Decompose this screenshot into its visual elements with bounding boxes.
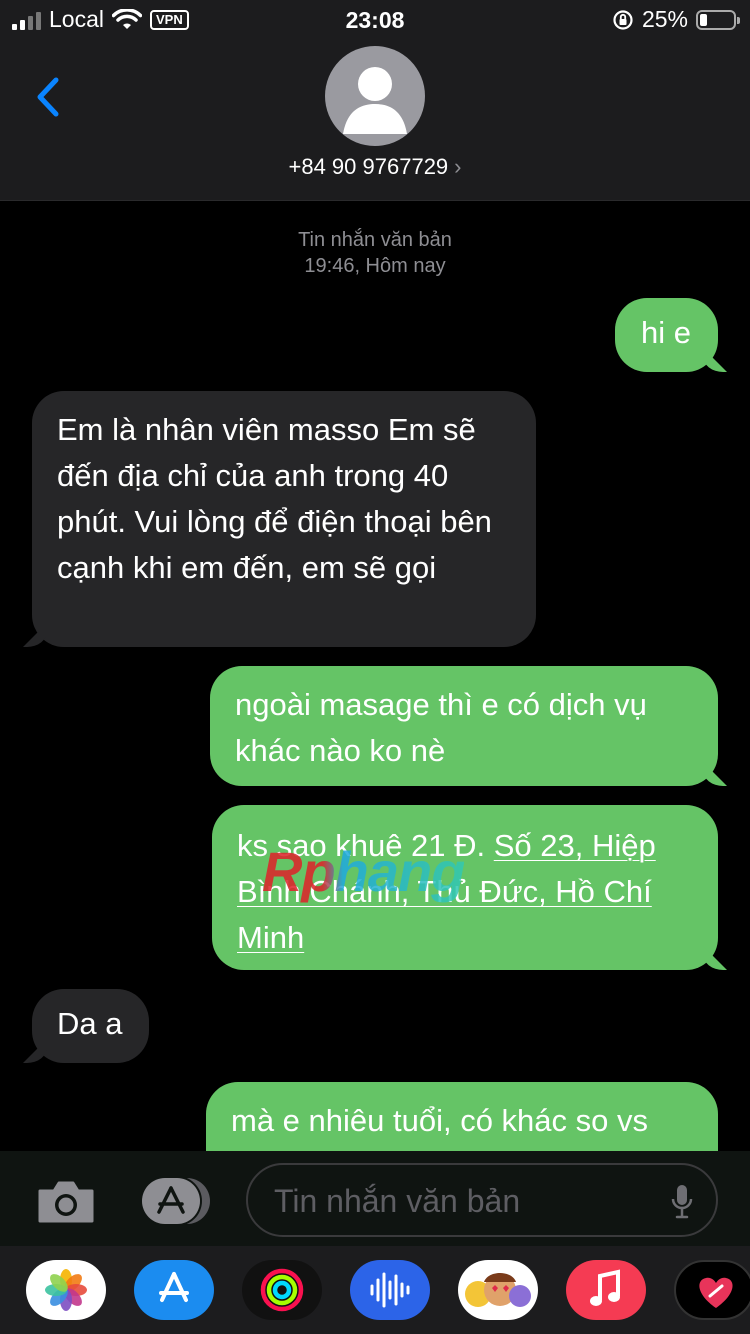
photos-icon[interactable] xyxy=(26,1260,106,1320)
contact-avatar[interactable] xyxy=(325,46,425,146)
message-bubble-incoming[interactable]: Em là nhân viên masso Em sẽ đến địa chỉ … xyxy=(32,391,536,647)
message-list[interactable]: Tin nhắn văn bản 19:46, Hôm nay hi e Em … xyxy=(0,201,750,1151)
message-bubble-outgoing[interactable]: ngoài masage thì e có dịch vụ khác nào k… xyxy=(210,666,718,786)
person-silhouette-icon xyxy=(343,67,407,134)
message-text: hi e xyxy=(641,315,691,350)
message-timestamp: Tin nhắn văn bản 19:46, Hôm nay xyxy=(0,227,750,279)
audio-message-icon[interactable] xyxy=(350,1260,430,1320)
app-store-icon[interactable] xyxy=(140,1176,212,1226)
status-bar: Local VPN 23:08 25% xyxy=(0,0,750,42)
app-store-icon[interactable] xyxy=(134,1260,214,1320)
digital-touch-icon[interactable] xyxy=(674,1260,750,1320)
message-bubble-incoming[interactable]: Da a xyxy=(32,989,149,1063)
message-input-placeholder: Tin nhắn văn bản xyxy=(274,1183,521,1219)
status-right: 25% xyxy=(612,6,740,33)
contact-name[interactable]: +84 90 9767729 › xyxy=(0,154,750,180)
back-chevron-icon[interactable] xyxy=(30,72,70,122)
message-input[interactable]: Tin nhắn văn bản xyxy=(246,1163,718,1237)
watermark-logo: Rphang xyxy=(262,840,465,903)
memoji-icon[interactable] xyxy=(458,1260,538,1320)
activity-icon[interactable] xyxy=(242,1260,322,1320)
compose-bar: Tin nhắn văn bản xyxy=(0,1151,750,1246)
message-text: ngoài masage thì e có dịch vụ khác nào k… xyxy=(235,687,647,768)
message-text: Da a xyxy=(57,1006,123,1041)
contact-details-chevron-icon: › xyxy=(454,154,462,179)
message-text: mà e nhiêu tuổi, có khác so vs xyxy=(231,1103,649,1138)
app-drawer xyxy=(0,1246,750,1334)
camera-icon[interactable] xyxy=(36,1179,96,1225)
battery-percent: 25% xyxy=(641,6,688,32)
timestamp-time: 19:46, Hôm nay xyxy=(304,255,446,277)
music-icon[interactable] xyxy=(566,1260,646,1320)
message-bubble-outgoing[interactable]: hi e xyxy=(615,298,718,372)
message-bubble-outgoing[interactable]: mà e nhiêu tuổi, có khác so vs xyxy=(206,1082,718,1151)
conversation-header: +84 90 9767729 › xyxy=(0,42,750,201)
battery-icon xyxy=(696,9,740,30)
timestamp-service: Tin nhắn văn bản xyxy=(298,229,452,251)
microphone-icon[interactable] xyxy=(670,1183,694,1221)
orientation-lock-icon xyxy=(613,9,633,30)
message-text: Em là nhân viên masso Em sẽ đến địa chỉ … xyxy=(57,412,492,585)
contact-number: +84 90 9767729 xyxy=(288,154,449,179)
